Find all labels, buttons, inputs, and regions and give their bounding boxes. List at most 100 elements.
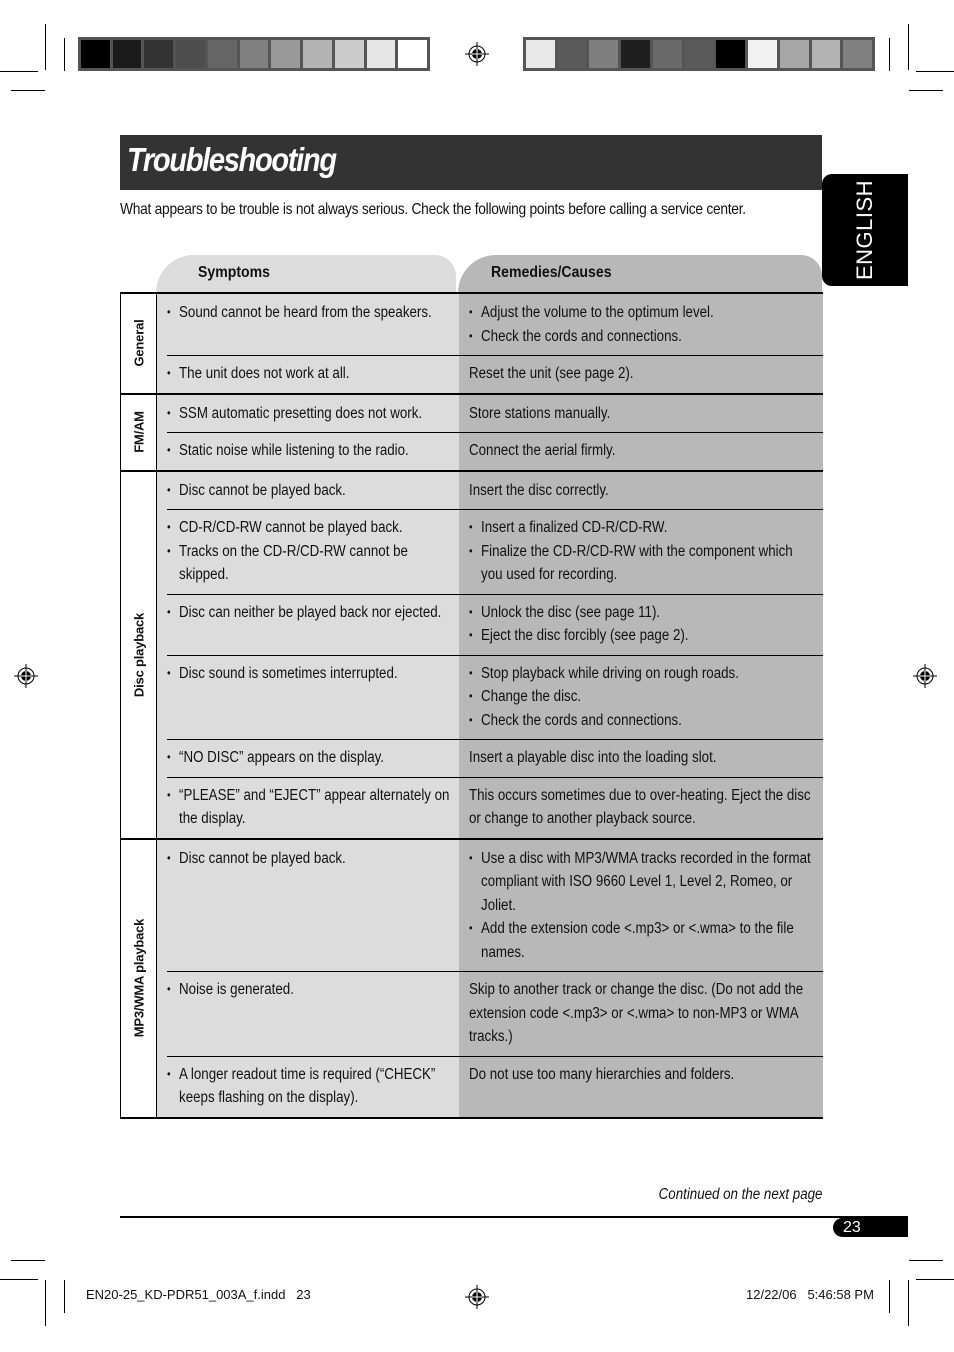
table-row: “PLEASE” and “EJECT” appear alternately … [157,776,823,838]
remedy-cell: Do not use too many hierarchies and fold… [459,1055,823,1117]
symptom-list: “PLEASE” and “EJECT” appear alternately … [167,784,450,831]
crop-mark [64,38,65,71]
color-swatch [716,40,746,68]
color-swatch [652,40,682,68]
remedy-list: Adjust the volume to the optimum level.C… [469,301,814,348]
crop-mark [64,1280,65,1313]
remedy-text: Stop playback while driving on rough roa… [469,662,814,733]
color-calibration-bar-left [78,37,430,71]
remedy-item: Unlock the disc (see page 11). [469,601,814,625]
crop-mark [909,90,943,91]
remedy-list: Stop playback while driving on rough roa… [469,662,814,733]
remedy-cell: Insert a finalized CD-R/CD-RW.Finalize t… [459,509,823,594]
page-number: 23 [843,1219,861,1236]
remedy-item: Finalize the CD-R/CD-RW with the compone… [469,540,814,587]
group-label-cell: MP3/WMA playback [121,839,157,1117]
group-general: General Sound cannot be heard from the sp… [121,294,823,393]
symptom-item: CD-R/CD-RW cannot be played back. [167,516,450,540]
remedy-item: Check the cords and connections. [469,709,814,733]
remedy-cell: Insert a playable disc into the loading … [459,739,823,777]
color-swatch [398,40,428,68]
page-title: Troubleshooting [127,141,337,178]
color-swatch [271,40,301,68]
symptom-list: Disc sound is sometimes interrupted. [167,662,450,686]
remedy-cell: Adjust the volume to the optimum level.C… [459,294,823,355]
symptom-text: “NO DISC” appears on the display. [167,746,450,770]
symptom-text: A longer readout time is required (“CHEC… [167,1063,450,1110]
remedy-item: Do not use too many hierarchies and fold… [469,1065,735,1083]
crop-mark [11,90,45,91]
symptom-cell: “NO DISC” appears on the display. [157,739,459,777]
group-mp3-wma-playback: MP3/WMA playback Disc cannot be played ba… [121,837,823,1117]
color-swatch [303,40,332,68]
group-rows: SSM automatic presetting does not work. S… [157,394,823,470]
color-swatch [112,40,142,68]
symptom-item: Disc cannot be played back. [167,847,450,871]
symptom-list: Noise is generated. [167,978,450,1002]
remedy-text: Skip to another track or change the disc… [469,978,814,1049]
symptom-list: Static noise while listening to the radi… [167,439,450,463]
remedy-cell: Use a disc with MP3/WMA tracks recorded … [459,839,823,971]
footer-filename: EN20-25_KD-PDR51_003A_f.indd 23 [86,1287,311,1302]
symptom-item: Disc can neither be played back nor ejec… [167,601,450,625]
symptom-item: Static noise while listening to the radi… [167,439,450,463]
remedy-item: Adjust the volume to the optimum level. [469,301,814,325]
symptom-item: “PLEASE” and “EJECT” appear alternately … [167,784,450,831]
symptom-item: Sound cannot be heard from the speakers. [167,301,450,325]
remedy-item: Insert a playable disc into the loading … [469,749,717,766]
page-number-badge: 23 [833,1218,908,1237]
symptom-cell: Static noise while listening to the radi… [157,432,459,470]
symptom-cell: The unit does not work at all. [157,355,459,393]
symptom-list: SSM automatic presetting does not work. [167,402,450,426]
symptom-cell: Disc sound is sometimes interrupted. [157,654,459,739]
symptom-cell: Disc can neither be played back nor ejec… [157,593,459,655]
symptom-item: A longer readout time is required (“CHEC… [167,1063,450,1110]
remedy-item: Skip to another track or change the disc… [469,981,804,1045]
symptom-list: CD-R/CD-RW cannot be played back.Tracks … [167,516,450,587]
symptom-list: Sound cannot be heard from the speakers. [167,301,450,325]
symptom-list: “NO DISC” appears on the display. [167,746,450,770]
table-row: Disc cannot be played back. Insert the di… [157,471,823,509]
registration-mark-icon [465,42,489,66]
remedy-list: Unlock the disc (see page 11).Eject the … [469,601,814,648]
color-swatch [176,40,205,68]
color-swatch [207,40,237,68]
symptom-item: SSM automatic presetting does not work. [167,402,450,426]
symptom-list: Disc cannot be played back. [167,847,450,871]
remedy-cell: This occurs sometimes due to over-heatin… [459,776,823,838]
symptom-item: Disc sound is sometimes interrupted. [167,662,450,686]
group-label: FM/AM [131,411,146,453]
crop-mark [889,38,890,71]
remedy-item: Eject the disc forcibly (see page 2). [469,624,814,648]
page-title-bar: Troubleshooting [120,135,822,190]
symptom-item: Tracks on the CD-R/CD-RW cannot be skipp… [167,540,450,587]
color-swatch [843,40,873,68]
symptom-text: Noise is generated. [167,978,450,1002]
color-swatch [81,40,110,68]
remedy-item: Add the extension code <.mp3> or <.wma> … [469,917,814,964]
table-row: The unit does not work at all. Reset the … [157,355,823,393]
crop-mark [0,71,38,72]
remedy-text: Store stations manually. [469,402,814,426]
crop-mark [908,24,909,70]
footer-datetime: 12/22/06 5:46:58 PM [746,1287,874,1302]
remedy-text: Connect the aerial firmly. [469,439,814,463]
remedies-header-label: Remedies/Causes [491,264,612,281]
symptom-text: Disc sound is sometimes interrupted. [167,662,450,686]
crop-mark [0,1279,38,1280]
remedies-header: Remedies/Causes [458,255,822,293]
symptom-text: Disc can neither be played back nor ejec… [167,601,450,625]
table-row: Disc cannot be played back. Use a disc wi… [157,839,823,971]
symptom-cell: Noise is generated. [157,971,459,1056]
group-label-cell: General [121,294,157,393]
table-row: SSM automatic presetting does not work. S… [157,394,823,432]
group-rows: Disc cannot be played back. Use a disc wi… [157,839,823,1117]
remedy-cell: Reset the unit (see page 2). [459,355,823,393]
symptom-text: SSM automatic presetting does not work. [167,402,450,426]
color-swatch [557,40,587,68]
crop-mark [889,1280,890,1313]
remedy-item: Connect the aerial firmly. [469,442,616,459]
remedy-cell: Connect the aerial firmly. [459,432,823,470]
table-row: Sound cannot be heard from the speakers.… [157,294,823,355]
color-swatch [526,40,555,68]
